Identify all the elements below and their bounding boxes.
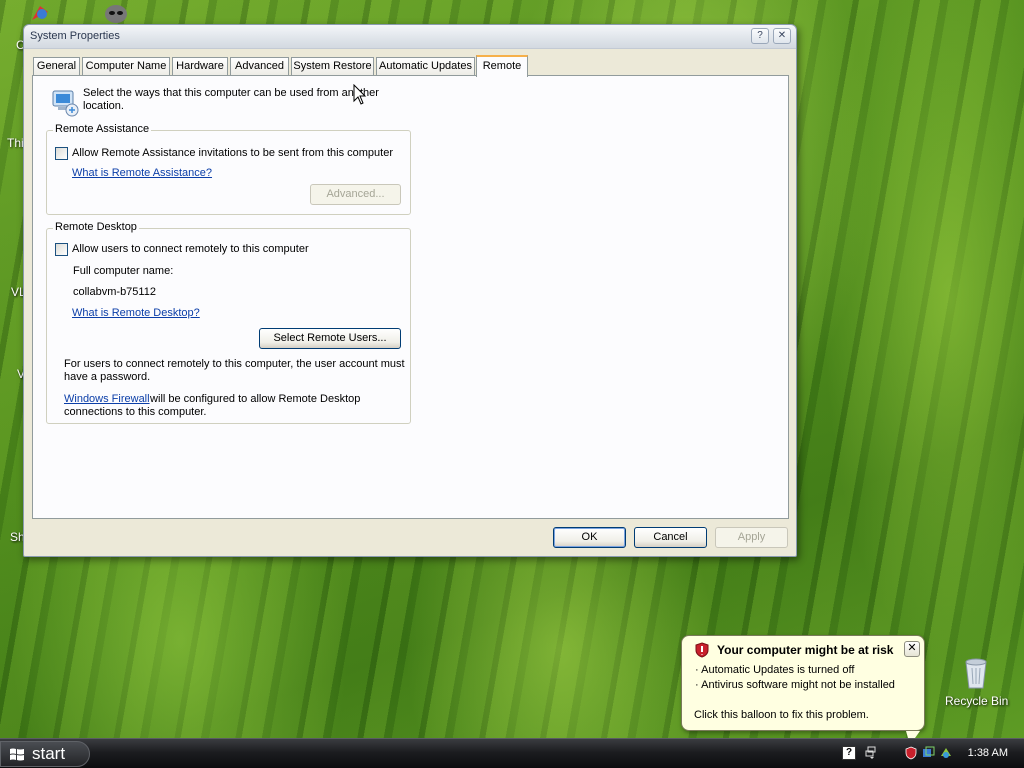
start-button[interactable]: start bbox=[0, 741, 90, 767]
help-button[interactable]: ? bbox=[751, 28, 769, 44]
close-button[interactable]: ✕ bbox=[773, 28, 791, 44]
computer-name-value: collabvm-b75112 bbox=[73, 286, 156, 298]
windows-firewall-link[interactable]: Windows Firewall bbox=[64, 393, 150, 405]
taskbar: start ? 1:38 AM bbox=[0, 738, 1024, 768]
start-label: start bbox=[32, 744, 66, 763]
what-is-remote-assistance-link[interactable]: What is Remote Assistance? bbox=[72, 167, 212, 179]
tab-general[interactable]: General bbox=[33, 57, 80, 76]
balloon-close-button[interactable]: ✕ bbox=[904, 641, 920, 657]
ok-button[interactable]: OK bbox=[553, 527, 626, 548]
remote-tab-panel: Select the ways that this computer can b… bbox=[32, 75, 789, 519]
recycle-bin-icon bbox=[965, 658, 987, 689]
tray-clock[interactable]: 1:38 AM bbox=[968, 747, 1008, 759]
full-computer-name-label: Full computer name: bbox=[73, 265, 174, 277]
password-note: For users to connect remotely to this co… bbox=[64, 358, 405, 370]
security-shield-tray-icon[interactable] bbox=[904, 746, 918, 760]
security-balloon[interactable]: Your computer might be at risk ✕ · Autom… bbox=[681, 635, 925, 745]
what-is-remote-desktop-link[interactable]: What is Remote Desktop? bbox=[72, 307, 200, 319]
app-tray-icon[interactable] bbox=[939, 746, 953, 760]
recycle-bin[interactable]: Recycle Bin bbox=[944, 656, 1008, 712]
intro-text: Select the ways that this computer can b… bbox=[83, 87, 379, 99]
tab-computer-name[interactable]: Computer Name bbox=[82, 57, 170, 76]
network-connection-tray-icon[interactable] bbox=[922, 746, 936, 760]
balloon-line: · Automatic Updates is turned off bbox=[695, 664, 855, 676]
allow-remote-assistance-checkbox[interactable] bbox=[55, 147, 68, 160]
tab-advanced[interactable]: Advanced bbox=[230, 57, 289, 76]
windows-flag-icon bbox=[10, 748, 24, 761]
title-bar[interactable]: System Properties ? ✕ bbox=[24, 25, 796, 49]
remote-desktop-label: Remote Desktop bbox=[53, 221, 139, 233]
allow-remote-desktop-checkbox[interactable] bbox=[55, 243, 68, 256]
balloon-line: · Antivirus software might not be instal… bbox=[695, 679, 895, 691]
remote-assistance-label: Remote Assistance bbox=[53, 123, 152, 135]
remote-assistance-group: Remote Assistance Allow Remote Assistanc… bbox=[46, 123, 411, 215]
network-tray-icon[interactable] bbox=[865, 746, 879, 760]
firewall-text: will be configured to allow Remote Deskt… bbox=[147, 393, 361, 405]
computer-remote-icon bbox=[48, 86, 80, 118]
balloon-title: Your computer might be at risk bbox=[717, 643, 894, 657]
security-shield-icon bbox=[694, 642, 710, 658]
cancel-button[interactable]: Cancel bbox=[634, 527, 707, 548]
help-tray-icon[interactable]: ? bbox=[842, 746, 856, 760]
allow-remote-assistance-label[interactable]: Allow Remote Assistance invitations to b… bbox=[72, 147, 393, 159]
advanced-button[interactable]: Advanced... bbox=[310, 184, 401, 205]
window-title: System Properties bbox=[30, 30, 120, 42]
allow-remote-desktop-label[interactable]: Allow users to connect remotely to this … bbox=[72, 243, 309, 255]
recycle-bin-label: Recycle Bin bbox=[945, 694, 1009, 708]
system-properties-dialog: System Properties ? ✕ General Computer N… bbox=[23, 24, 797, 557]
balloon-footer: Click this balloon to fix this problem. bbox=[694, 709, 869, 721]
apply-button[interactable]: Apply bbox=[715, 527, 788, 548]
firewall-text-2: connections to this computer. bbox=[64, 406, 207, 418]
tab-system-restore[interactable]: System Restore bbox=[291, 57, 374, 76]
tab-automatic-updates[interactable]: Automatic Updates bbox=[376, 57, 475, 76]
remote-desktop-group: Remote Desktop Allow users to connect re… bbox=[46, 221, 411, 424]
password-note-2: have a password. bbox=[64, 371, 151, 383]
tab-remote[interactable]: Remote bbox=[476, 55, 528, 77]
tab-hardware[interactable]: Hardware bbox=[172, 57, 228, 76]
mouse-cursor bbox=[353, 84, 367, 105]
select-remote-users-button[interactable]: Select Remote Users... bbox=[259, 328, 401, 349]
intro-text-2: location. bbox=[83, 100, 124, 112]
desktop-icon-label[interactable]: Thi bbox=[7, 136, 24, 150]
